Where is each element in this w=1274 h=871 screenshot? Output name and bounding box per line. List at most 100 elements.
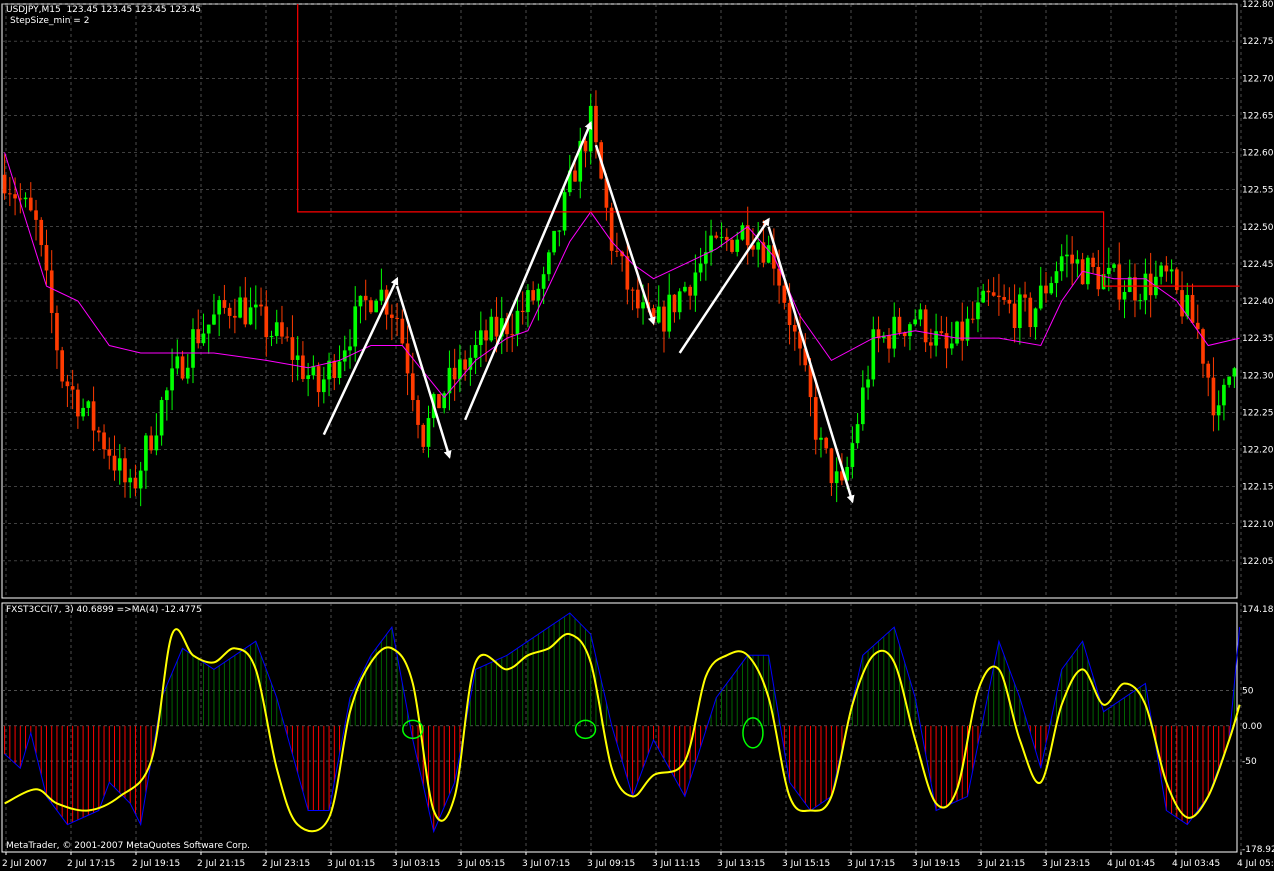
candle-body — [322, 379, 326, 393]
candle-body — [426, 418, 431, 447]
candle-body — [944, 333, 949, 349]
candle-body — [1138, 300, 1143, 302]
candle-body — [295, 355, 300, 360]
candle-body — [1106, 267, 1111, 275]
candle-body — [693, 272, 698, 296]
candle-body — [306, 375, 310, 379]
candle-body — [1007, 299, 1012, 304]
candle-body — [1222, 384, 1226, 406]
candle-body — [547, 252, 551, 275]
candle-body — [1127, 277, 1132, 292]
candle-body — [939, 331, 944, 334]
oscillator-tick-label: 50 — [1242, 687, 1254, 697]
candle-body — [730, 239, 734, 252]
oscillator-plot-frame — [1, 602, 1238, 853]
candle-body — [541, 274, 546, 289]
candle-body — [866, 379, 870, 388]
candle-body — [70, 386, 75, 390]
candle-body — [55, 312, 59, 351]
candle-body — [892, 316, 897, 349]
candle-body — [410, 373, 415, 401]
candle-body — [824, 437, 829, 449]
trend-arrow — [594, 144, 656, 326]
candle-body — [128, 477, 133, 483]
time-tick-label: 3 Jul 07:15 — [522, 859, 570, 869]
candle-body — [714, 235, 719, 238]
candle-body — [1122, 291, 1127, 300]
candle-body — [405, 343, 410, 374]
candle-body — [274, 322, 279, 336]
candle-body — [897, 316, 902, 333]
candle-body — [766, 245, 771, 263]
candle-body — [280, 322, 284, 337]
candle-body — [981, 290, 986, 303]
candle-body — [416, 400, 420, 425]
candle-body — [1190, 294, 1195, 323]
candle-body — [1091, 257, 1095, 267]
candle-body — [1232, 368, 1237, 377]
candle-body — [123, 458, 127, 483]
candle-body — [1112, 264, 1116, 268]
time-tick-label: 3 Jul 09:15 — [587, 859, 635, 869]
time-tick-label: 3 Jul 23:15 — [1042, 859, 1090, 869]
time-tick-label: 3 Jul 15:15 — [782, 859, 830, 869]
candle-body — [96, 430, 101, 433]
trend-arrow — [767, 226, 855, 504]
candle-body — [421, 424, 426, 447]
candle-body — [1148, 273, 1153, 296]
candle-body — [112, 455, 117, 471]
candle-body — [1143, 273, 1148, 301]
candle-body — [829, 448, 834, 484]
candle-body — [1075, 259, 1080, 264]
candle-body — [348, 346, 352, 351]
price-tick-label: 122.25 — [1242, 408, 1274, 418]
candle-body — [1023, 294, 1027, 298]
candle-body — [1044, 285, 1048, 294]
candle-body — [976, 302, 980, 320]
candle-body — [1117, 264, 1122, 300]
candle-body — [358, 295, 363, 307]
candle-body — [1049, 283, 1054, 294]
time-tick-label: 2 Jul 23:15 — [262, 859, 310, 869]
time-tick-label: 3 Jul 21:15 — [977, 859, 1025, 869]
candle-body — [353, 306, 358, 347]
candle-body — [855, 424, 860, 444]
time-tick-label: 3 Jul 05:15 — [457, 859, 505, 869]
candle-body — [144, 435, 148, 471]
candle-body — [1164, 265, 1169, 272]
symbol-label: USDJPY,M15 123.45 123.45 123.45 123.45 — [6, 5, 201, 15]
candle-body — [536, 288, 541, 301]
candle-body — [395, 317, 399, 319]
time-tick-label: 4 Jul 05:45 — [1237, 859, 1274, 869]
symbol-text: USDJPY,M15 — [6, 5, 61, 15]
candle-body — [756, 242, 761, 250]
candle-body — [1227, 376, 1231, 385]
price-tick-label: 122.30 — [1242, 371, 1274, 381]
candle-body — [929, 342, 933, 346]
ohlc-text: 123.45 123.45 123.45 123.45 — [66, 5, 201, 15]
candle-body — [970, 318, 975, 320]
candle-body — [484, 330, 488, 341]
candle-body — [594, 105, 598, 143]
price-tick-label: 122.50 — [1242, 223, 1274, 233]
candle-body — [1169, 269, 1174, 272]
candle-body — [677, 291, 682, 313]
candle-body — [991, 292, 996, 296]
price-tick-label: 122.15 — [1242, 483, 1274, 493]
candle-body — [374, 300, 378, 313]
candle-body — [1206, 363, 1211, 378]
candle-body — [437, 394, 441, 409]
candle-body — [1174, 269, 1179, 291]
candle-body — [369, 300, 373, 313]
candle-body — [201, 333, 206, 344]
candle-body — [510, 334, 515, 336]
candle-body — [65, 381, 70, 387]
candle-body — [515, 310, 520, 335]
candle-body — [222, 300, 227, 308]
candle-body — [1028, 297, 1033, 328]
candle-body — [81, 407, 85, 417]
candle-body — [955, 321, 959, 344]
chart-canvas: 122.80 122.75 122.70 122.65 122.60 122.55 122.… — [1, 0, 1274, 869]
candle-body — [154, 435, 159, 451]
candle-body — [698, 263, 703, 273]
